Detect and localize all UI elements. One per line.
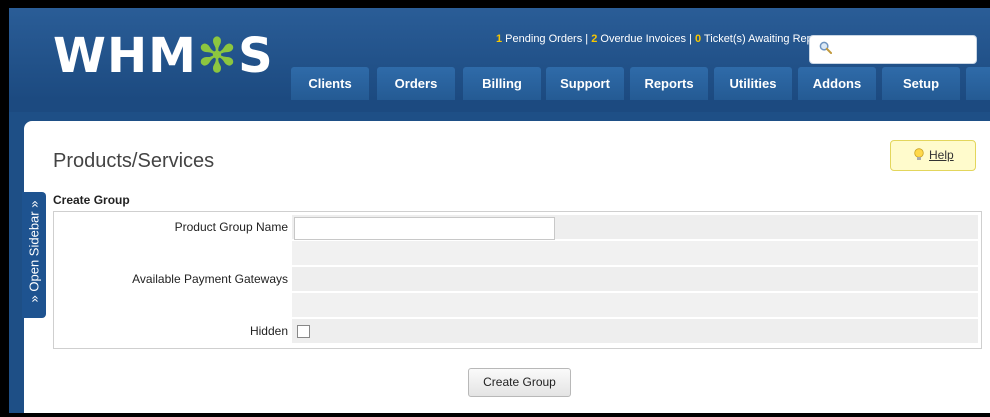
open-sidebar-toggle[interactable]: » Open Sidebar » bbox=[22, 192, 46, 318]
header-stats: 1 Pending Orders | 2 Overdue Invoices | … bbox=[496, 33, 813, 45]
help-label: Help bbox=[929, 148, 954, 162]
tab-support[interactable]: Support bbox=[546, 67, 624, 101]
form-row-payment-gateways: Available Payment Gateways bbox=[57, 267, 978, 291]
create-group-form: Product Group Name Available Payment Gat… bbox=[53, 211, 982, 349]
tab-orders[interactable]: Orders bbox=[377, 67, 455, 101]
hidden-checkbox[interactable] bbox=[297, 325, 310, 338]
tab-clients[interactable]: Clients bbox=[291, 67, 369, 101]
header-divider bbox=[9, 100, 990, 112]
search-input[interactable] bbox=[809, 35, 977, 64]
gear-icon: ✻ bbox=[196, 28, 239, 84]
payment-gateways-label: Available Payment Gateways bbox=[132, 272, 288, 286]
form-row-group-name: Product Group Name bbox=[57, 215, 978, 240]
search-icon bbox=[819, 41, 832, 54]
app-window: WHM✻S 1 Pending Orders | 2 Overdue Invoi… bbox=[9, 8, 990, 413]
payment-gateways-cell bbox=[292, 267, 978, 291]
product-group-name-input[interactable] bbox=[294, 217, 555, 240]
section-title: Create Group bbox=[53, 193, 130, 207]
hidden-label: Hidden bbox=[249, 324, 288, 338]
tab-addons[interactable]: Addons bbox=[798, 67, 876, 101]
tab-billing[interactable]: Billing bbox=[463, 67, 541, 101]
product-group-name-cell bbox=[292, 215, 978, 240]
page-title: Products/Services bbox=[53, 150, 215, 172]
form-row-spacer-2 bbox=[57, 293, 978, 317]
lightbulb-icon bbox=[914, 148, 924, 160]
header: WHM✻S 1 Pending Orders | 2 Overdue Invoi… bbox=[9, 8, 990, 101]
overdue-invoices-link[interactable]: Overdue Invoices | bbox=[597, 33, 695, 45]
form-row-spacer-1 bbox=[57, 241, 978, 265]
product-group-name-label: Product Group Name bbox=[174, 220, 288, 234]
main-content: Products/Services Help Create Group Prod… bbox=[24, 121, 990, 413]
form-blank-cell bbox=[292, 241, 978, 265]
form-row-hidden: Hidden bbox=[57, 319, 978, 343]
pending-orders-link[interactable]: Pending Orders | bbox=[502, 33, 591, 45]
tab-reports[interactable]: Reports bbox=[630, 67, 708, 101]
tickets-awaiting-link[interactable]: Ticket(s) Awaiting Rep bbox=[701, 33, 813, 45]
create-group-button[interactable]: Create Group bbox=[468, 368, 571, 397]
form-blank-cell bbox=[292, 293, 978, 317]
open-sidebar-label: » Open Sidebar » bbox=[26, 200, 42, 303]
hidden-cell bbox=[292, 319, 978, 343]
whmcs-logo[interactable]: WHM✻S bbox=[53, 30, 274, 82]
tab-utilities[interactable]: Utilities bbox=[714, 67, 792, 101]
tab-overflow[interactable] bbox=[966, 67, 990, 101]
help-button[interactable]: Help bbox=[890, 140, 976, 171]
tab-setup[interactable]: Setup bbox=[882, 67, 960, 101]
